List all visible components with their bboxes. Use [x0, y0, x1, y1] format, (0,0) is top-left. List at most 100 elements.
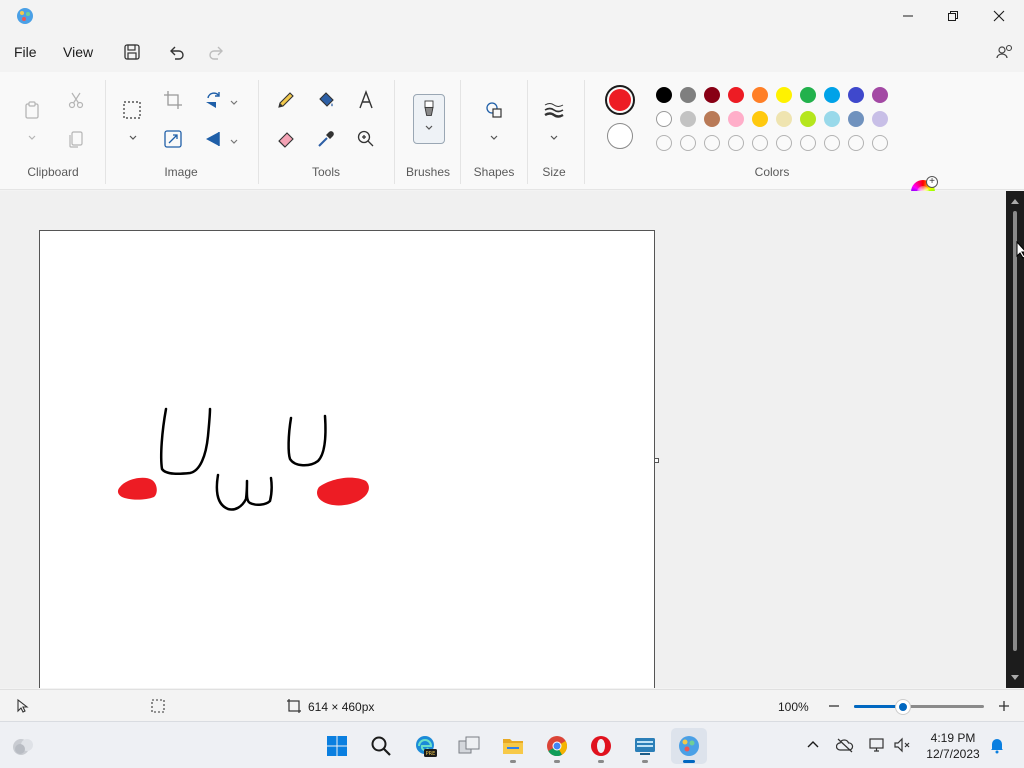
palette-color-swatch[interactable] [728, 111, 744, 127]
flip-button[interactable] [199, 125, 227, 153]
palette-color-swatch[interactable] [848, 87, 864, 103]
redo-button[interactable] [204, 40, 228, 64]
zoom-slider-track[interactable] [854, 705, 984, 708]
palette-color-swatch[interactable] [656, 111, 672, 127]
onedrive-button[interactable] [835, 736, 854, 754]
custom-color-slot[interactable] [824, 135, 840, 151]
custom-color-slot[interactable] [704, 135, 720, 151]
size-button[interactable] [540, 96, 568, 124]
taskbar-edge-beta[interactable]: PRE [407, 728, 443, 764]
account-button[interactable] [992, 40, 1016, 64]
palette-color-swatch[interactable] [752, 111, 768, 127]
palette-color-swatch[interactable] [824, 87, 840, 103]
scrollbar-thumb[interactable] [1013, 211, 1017, 651]
undo-button[interactable] [165, 40, 189, 64]
magnifier-tool[interactable] [352, 125, 380, 153]
custom-color-slot[interactable] [800, 135, 816, 151]
pencil-tool[interactable] [272, 86, 300, 114]
show-hidden-icons-button[interactable] [804, 736, 822, 754]
taskbar-clock[interactable]: 4:19 PM 12/7/2023 [920, 730, 986, 762]
palette-color-swatch[interactable] [800, 111, 816, 127]
onedrive-cloud-icon [835, 738, 854, 753]
zoom-slider-thumb[interactable] [896, 700, 911, 714]
palette-color-swatch[interactable] [872, 111, 888, 127]
taskbar-task-view[interactable] [451, 728, 487, 764]
brushes-button[interactable] [413, 94, 445, 144]
paste-button[interactable] [18, 96, 46, 124]
custom-color-slot[interactable] [728, 135, 744, 151]
chevron-up-icon [807, 741, 819, 748]
custom-color-slot[interactable] [752, 135, 768, 151]
paint-icon [679, 736, 699, 756]
select-button[interactable] [118, 96, 146, 124]
rotate-chevron-down-icon[interactable] [229, 95, 239, 105]
shapes-chevron-down-icon[interactable] [489, 130, 499, 140]
cut-button[interactable] [62, 86, 90, 114]
palette-color-swatch[interactable] [872, 87, 888, 103]
vertical-scrollbar[interactable] [1006, 191, 1024, 688]
color-picker-tool[interactable] [312, 125, 340, 153]
redo-icon [209, 46, 223, 60]
taskbar-chrome[interactable] [539, 728, 575, 764]
start-icon [327, 736, 347, 756]
fill-tool[interactable] [312, 86, 340, 114]
restore-button[interactable] [930, 0, 976, 32]
menu-file[interactable]: File [14, 44, 37, 60]
edge-beta-icon: PRE [416, 736, 437, 757]
select-chevron-down-icon[interactable] [128, 130, 138, 140]
scroll-up-arrow-icon[interactable] [1010, 197, 1020, 205]
palette-color-swatch[interactable] [704, 111, 720, 127]
palette-color-swatch[interactable] [824, 111, 840, 127]
custom-color-slot[interactable] [872, 135, 888, 151]
custom-color-slot[interactable] [848, 135, 864, 151]
minimize-button[interactable] [885, 0, 931, 32]
palette-color-swatch[interactable] [680, 87, 696, 103]
palette-color-swatch[interactable] [776, 111, 792, 127]
drawing-canvas[interactable] [39, 230, 655, 688]
taskbar-paint[interactable] [671, 728, 707, 764]
primary-color-swatch[interactable] [605, 85, 635, 115]
size-chevron-down-icon[interactable] [549, 130, 559, 140]
menu-view[interactable]: View [63, 44, 93, 60]
zoom-in-icon[interactable] [996, 698, 1012, 714]
palette-color-swatch[interactable] [776, 87, 792, 103]
palette-color-swatch[interactable] [752, 87, 768, 103]
eraser-tool[interactable] [272, 125, 300, 153]
taskbar-file-explorer[interactable] [495, 728, 531, 764]
scroll-down-arrow-icon[interactable] [1010, 674, 1020, 682]
zoom-out-icon[interactable] [826, 698, 842, 714]
taskbar-opera[interactable] [583, 728, 619, 764]
flip-chevron-down-icon[interactable] [229, 134, 239, 144]
paint-app-icon [16, 7, 34, 25]
rotate-button[interactable] [199, 86, 227, 114]
crop-button[interactable] [159, 86, 187, 114]
canvas-resize-handle[interactable] [654, 458, 659, 463]
file-explorer-icon [503, 739, 523, 754]
weather-cloud-icon[interactable] [10, 734, 36, 758]
palette-color-swatch[interactable] [680, 111, 696, 127]
add-color-plus-icon[interactable]: + [926, 176, 938, 188]
paste-chevron-down-icon[interactable] [27, 130, 37, 140]
taskbar-keyboard-app[interactable] [627, 728, 663, 764]
taskbar-search-button[interactable] [363, 728, 399, 764]
running-indicator [642, 760, 648, 763]
custom-color-slot[interactable] [776, 135, 792, 151]
taskbar-start-button[interactable] [319, 728, 355, 764]
palette-color-swatch[interactable] [848, 111, 864, 127]
custom-color-slot[interactable] [680, 135, 696, 151]
notifications-button[interactable] [988, 736, 1006, 754]
save-button[interactable] [120, 40, 144, 64]
close-button[interactable] [976, 0, 1022, 32]
resize-button[interactable] [159, 125, 187, 153]
custom-color-slot[interactable] [656, 135, 672, 151]
secondary-color-swatch[interactable] [607, 123, 633, 149]
palette-color-swatch[interactable] [728, 87, 744, 103]
palette-color-swatch[interactable] [656, 87, 672, 103]
copy-button[interactable] [62, 125, 90, 153]
shapes-button[interactable] [480, 96, 508, 124]
palette-color-swatch[interactable] [800, 87, 816, 103]
volume-button[interactable] [893, 736, 911, 754]
text-tool[interactable] [352, 86, 380, 114]
palette-color-swatch[interactable] [704, 87, 720, 103]
network-button[interactable] [868, 736, 886, 754]
